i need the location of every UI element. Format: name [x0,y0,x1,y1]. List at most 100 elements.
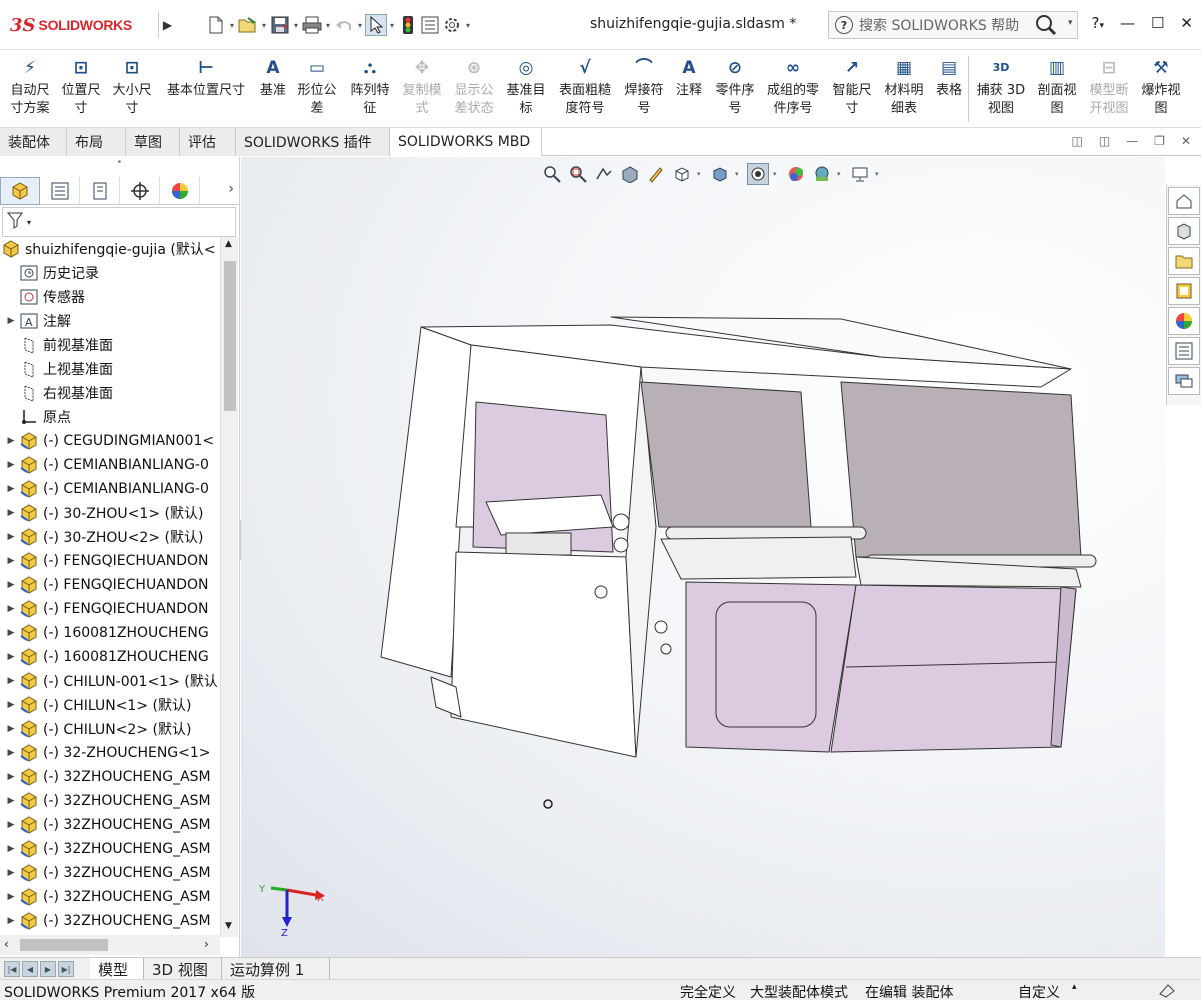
tree-item[interactable]: ▶ (-) FENGQIECHUANDON [0,573,220,597]
expand-chevron-icon[interactable]: ▶ [4,700,18,710]
tree-item[interactable]: ▶ (-) FENGQIECHUANDON [0,597,220,621]
rebuild-status-icon[interactable] [1158,982,1176,1000]
first-tab-nav-icon[interactable]: |◀ [4,961,20,977]
ribbon-button-21[interactable]: ⚒ 爆炸视图 [1138,56,1184,118]
scroll-left-icon[interactable]: ‹ [4,937,9,951]
scroll-thumb[interactable] [224,261,236,411]
ribbon-button-16[interactable]: ▦ 材料明 细表 [881,56,927,118]
open-document-icon[interactable] [237,14,259,36]
print-icon[interactable] [301,14,323,36]
panel-grip[interactable]: • [0,157,239,175]
open-dropdown-icon[interactable]: ▾ [259,21,269,30]
large-assembly-mode[interactable]: 大型装配体模式 [750,982,848,1000]
ribbon-button-20[interactable]: ⊟ 模型断 开视图 [1086,56,1132,118]
expand-chevron-icon[interactable]: ▶ [4,652,18,662]
select-arrow-icon[interactable] [365,14,387,36]
tree-item[interactable]: ▶ (-) 30-ZHOU<1> (默认) [0,501,220,525]
help-search-input[interactable]: ? 搜索 SOLIDWORKS 帮助 [828,11,1078,39]
ribbon-button-8[interactable]: ⊛ 显示公 差状态 [451,56,497,118]
doc-restore-icon[interactable]: ❐ [1154,134,1165,148]
tree-filter[interactable]: ▾ [2,207,236,237]
more-tabs-chevron-icon[interactable]: › [228,181,234,197]
scroll-up-icon[interactable]: ▲ [225,239,232,249]
help-question-icon[interactable]: ?▾ [1091,14,1104,32]
ribbon-button-10[interactable]: √ 表面粗糙 度符号 [556,56,614,118]
new-dropdown-icon[interactable]: ▾ [227,21,237,30]
doc-minimize-icon[interactable]: — [1126,134,1138,148]
ribbon-button-19[interactable]: ▥ 剖面视图 [1034,56,1080,118]
cm-tab-4[interactable]: SOLIDWORKS 插件 [236,128,390,156]
options-gear-icon[interactable] [441,14,463,36]
restore-pane-right-icon[interactable]: ◫ [1099,134,1110,148]
ribbon-button-14[interactable]: ∞ 成组的零 件序号 [762,56,824,118]
restore-pane-left-icon[interactable]: ◫ [1071,134,1082,148]
propertymanager-tab-icon[interactable] [40,177,80,205]
expand-chevron-icon[interactable]: ▶ [4,460,18,470]
view-palette-icon[interactable] [1168,277,1200,305]
expand-chevron-icon[interactable]: ▶ [4,604,18,614]
unit-dropdown-icon[interactable]: ▴ [1072,982,1077,992]
assembly-model-3d[interactable]: Y X Z [241,157,1165,957]
search-dropdown-icon[interactable]: ▾ [1068,18,1073,28]
expand-chevron-icon[interactable]: ▶ [4,532,18,542]
search-icon[interactable] [1035,14,1057,40]
undo-dropdown-icon[interactable]: ▾ [355,21,365,30]
filter-funnel-icon[interactable] [6,211,27,233]
tree-vertical-scrollbar[interactable]: ▲ ▼ [220,237,238,937]
forum-icon[interactable] [1168,367,1200,395]
minimize-icon[interactable]: — [1120,14,1135,32]
bottom-tab-2[interactable]: 运动算例 1 [222,958,330,980]
featuremanager-tab-icon[interactable] [0,177,40,205]
scroll-right-icon[interactable]: › [204,937,209,951]
expand-chevron-icon[interactable]: ▶ [4,748,18,758]
rebuild-traffic-light-icon[interactable] [397,14,419,36]
hscroll-thumb[interactable] [20,939,108,951]
filter-dropdown-icon[interactable]: ▾ [27,218,31,227]
custom-properties-icon[interactable] [1168,337,1200,365]
cm-tab-5[interactable]: SOLIDWORKS MBD [390,128,542,156]
save-dropdown-icon[interactable]: ▾ [291,21,301,30]
next-tab-nav-icon[interactable]: ▶ [40,961,56,977]
expand-chevron-icon[interactable]: ▶ [4,628,18,638]
tree-item[interactable]: ▶ (-) 32ZHOUCHENG_ASM [0,885,220,909]
tree-item[interactable]: ▶ (-) 32ZHOUCHENG_ASM [0,861,220,885]
dimxpert-tab-icon[interactable] [120,177,160,205]
expand-chevron-icon[interactable]: ▶ [4,676,18,686]
ribbon-button-9[interactable]: ◎ 基准目标 [503,56,549,118]
expand-chevron-icon[interactable]: ▶ [4,724,18,734]
last-tab-nav-icon[interactable]: ▶| [58,961,74,977]
scroll-down-icon[interactable]: ▼ [225,921,232,931]
tree-item[interactable]: 前视基准面 [0,333,220,357]
ribbon-button-18[interactable]: 3D 捕获 3D 视图 [973,56,1029,118]
expand-chevron-icon[interactable]: ▶ [4,772,18,782]
bottom-tab-0[interactable]: 模型 [90,958,144,980]
expand-chevron-icon[interactable]: ▶ [4,508,18,518]
ribbon-button-7[interactable]: ✥ 复制模式 [399,56,445,118]
tree-item[interactable]: 历史记录 [0,261,220,285]
tree-item[interactable]: ▶ (-) CEMIANBIANLIANG-0 [0,453,220,477]
tree-item[interactable]: ▶ (-) 32ZHOUCHENG_ASM [0,909,220,933]
tree-item[interactable]: ▶ (-) CEMIANBIANLIANG-0 [0,477,220,501]
tree-item[interactable]: 传感器 [0,285,220,309]
appearances-scenes-icon[interactable] [1168,307,1200,335]
cm-tab-3[interactable]: 评估 [180,128,236,156]
menu-expand-arrow-icon[interactable]: ▶ [158,12,176,38]
tree-item[interactable]: ▶ (-) 32ZHOUCHENG_ASM [0,813,220,837]
doc-close-icon[interactable]: ✕ [1181,134,1191,148]
design-library-icon[interactable] [1168,217,1200,245]
cm-tab-2[interactable]: 草图 [126,128,180,156]
expand-chevron-icon[interactable]: ▶ [4,556,18,566]
ribbon-button-2[interactable]: ⊡ 大小尺寸 [109,56,155,118]
ribbon-button-15[interactable]: ↗ 智能尺寸 [829,56,875,118]
tree-item[interactable]: ▶ (-) 32ZHOUCHENG_ASM [0,765,220,789]
tree-item[interactable]: ▶ (-) CEGUDINGMIAN001< [0,429,220,453]
file-explorer-icon[interactable] [1168,247,1200,275]
tree-item[interactable]: ▶ (-) 32-ZHOUCHENG<1> [0,741,220,765]
ribbon-button-4[interactable]: A 基准 [255,56,291,100]
options-dropdown-icon[interactable]: ▾ [463,21,473,30]
cm-tab-1[interactable]: 布局 [67,128,126,156]
file-properties-icon[interactable] [419,14,441,36]
cm-tab-0[interactable]: 装配体 [0,128,67,156]
tree-item[interactable]: 右视基准面 [0,381,220,405]
ribbon-button-5[interactable]: ▭ 形位公差 [294,56,340,118]
